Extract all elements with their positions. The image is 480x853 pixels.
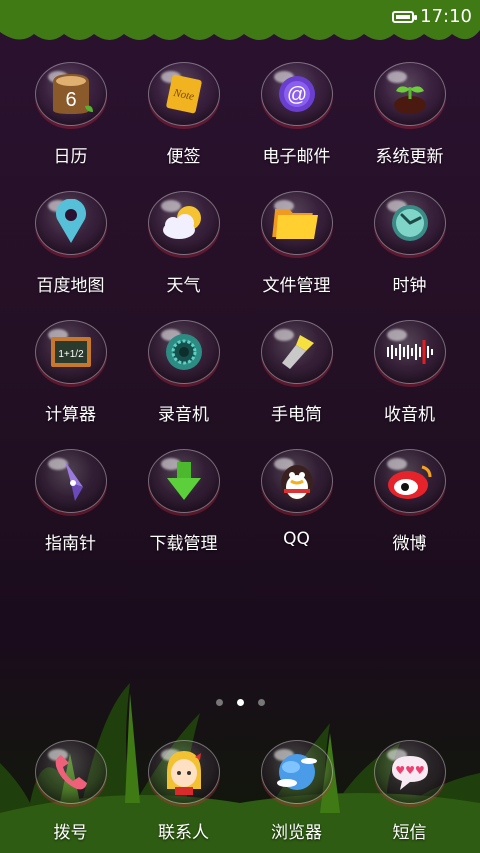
folder-icon: [260, 191, 333, 255]
svg-text:1+1/2: 1+1/2: [58, 349, 84, 360]
app-file-manager[interactable]: 文件管理: [240, 191, 353, 320]
app-label: 指南针: [45, 534, 96, 554]
app-weibo[interactable]: 微博: [353, 449, 466, 578]
sprout-icon: [373, 62, 446, 126]
dock-messages[interactable]: ♥♥♥ 短信: [353, 740, 466, 843]
app-label: 时钟: [392, 276, 427, 296]
map-pin-icon: [34, 191, 107, 255]
app-weather[interactable]: 天气: [127, 191, 240, 320]
battery-icon: [392, 10, 418, 23]
dock-label: 短信: [392, 823, 427, 843]
contact-girl-icon: [147, 740, 220, 804]
status-time: 17:10: [420, 6, 472, 27]
app-label: 文件管理: [262, 276, 331, 296]
app-label: 收音机: [384, 405, 435, 425]
app-label: 下载管理: [149, 534, 218, 554]
dock-label: 拨号: [53, 823, 88, 843]
weibo-icon: [373, 449, 446, 513]
phone-icon: [34, 740, 107, 804]
app-calculator[interactable]: 1+1/2 计算器: [14, 320, 127, 449]
dock-label: 联系人: [158, 823, 209, 843]
app-qq[interactable]: QQ: [240, 449, 353, 578]
globe-icon: [260, 740, 333, 804]
email-icon: @: [260, 62, 333, 126]
chalkboard-icon: 1+1/2: [34, 320, 107, 384]
svg-text:@: @: [286, 84, 306, 106]
app-email[interactable]: @ 电子邮件: [240, 62, 353, 191]
flashlight-icon: [260, 320, 333, 384]
app-clock[interactable]: 时钟: [353, 191, 466, 320]
app-label: 百度地图: [36, 276, 105, 296]
app-system-update[interactable]: 系统更新: [353, 62, 466, 191]
calendar-icon: 6: [34, 62, 107, 126]
app-label: 微博: [392, 534, 427, 554]
app-notes[interactable]: Note 便签: [127, 62, 240, 191]
app-download-manager[interactable]: 下载管理: [127, 449, 240, 578]
penguin-icon: [260, 449, 333, 513]
dock-dialer[interactable]: 拨号: [14, 740, 127, 843]
weather-icon: [147, 191, 220, 255]
dock-label: 浏览器: [271, 823, 322, 843]
message-icon: ♥♥♥: [373, 740, 446, 804]
dock-browser[interactable]: 浏览器: [240, 740, 353, 843]
clock-icon: [373, 191, 446, 255]
app-label: QQ: [283, 529, 310, 549]
app-label: 计算器: [45, 405, 96, 425]
dock-contacts[interactable]: 联系人: [127, 740, 240, 843]
app-label: 电子邮件: [262, 147, 331, 167]
app-baidu-map[interactable]: 百度地图: [14, 191, 127, 320]
app-grid: 6 日历 Note 便签 @ 电子邮件 系统更新 百度地图 天气 文件管理 时钟…: [14, 62, 466, 578]
svg-text:♥♥♥: ♥♥♥: [395, 764, 425, 777]
compass-icon: [34, 449, 107, 513]
app-label: 录音机: [158, 405, 209, 425]
app-flashlight[interactable]: 手电筒: [240, 320, 353, 449]
download-icon: [147, 449, 220, 513]
app-label: 天气: [166, 276, 201, 296]
app-recorder[interactable]: 录音机: [127, 320, 240, 449]
recorder-icon: [147, 320, 220, 384]
app-label: 手电筒: [271, 405, 322, 425]
note-icon: Note: [147, 62, 220, 126]
app-compass[interactable]: 指南针: [14, 449, 127, 578]
app-label: 日历: [53, 147, 88, 167]
svg-text:6: 6: [65, 89, 76, 111]
app-radio[interactable]: 收音机: [353, 320, 466, 449]
app-label: 便签: [166, 147, 201, 167]
dock: 拨号 联系人 浏览器 ♥♥♥ 短信: [14, 740, 466, 843]
status-bar: 17:10: [392, 6, 472, 27]
radio-icon: [373, 320, 446, 384]
app-calendar[interactable]: 6 日历: [14, 62, 127, 191]
app-label: 系统更新: [375, 147, 444, 167]
